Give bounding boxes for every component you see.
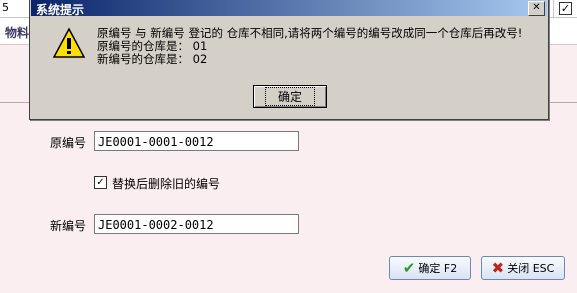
new-code-input[interactable]: JE0001-0002-0012 [94, 214, 299, 234]
grid-cell: 5 [2, 1, 9, 14]
checkmark-icon: ✔ [402, 259, 416, 277]
system-prompt-dialog: 系统提示 ✕ 原编号 与 新编号 登记的 仓库不相同,请将两个编号的编号改成同一… [29, 0, 549, 120]
new-code-label: 新编号 [50, 219, 87, 233]
close-button[interactable]: ✖ 关闭 ESC [481, 256, 565, 280]
replace-delete-label: 替换后删除旧的编号 [112, 177, 221, 191]
grid-checkbox[interactable]: ✓ [559, 2, 572, 15]
confirm-button[interactable]: ✔ 确定 F2 [389, 256, 471, 280]
dialog-title: 系统提示 [36, 3, 85, 17]
grid-checkbox-cell: ✓ [553, 0, 577, 17]
dialog-ok-label: 确定 [264, 87, 315, 106]
close-button-label: 关闭 ESC [507, 262, 555, 275]
replace-delete-checkbox[interactable]: ✓ [94, 176, 107, 189]
original-code-input[interactable]: JE0001-0001-0012 [94, 131, 299, 151]
warning-icon [52, 27, 86, 58]
confirm-button-label: 确定 F2 [418, 262, 458, 275]
form-title: 物料 [5, 26, 30, 40]
dialog-message: 原编号 与 新编号 登记的 仓库不相同,请将两个编号的编号改成同一个仓库后再改号… [97, 27, 522, 66]
close-x-icon: ✖ [491, 259, 505, 277]
dialog-titlebar: 系统提示 ✕ [31, 0, 547, 17]
message-line-3: 新编号的仓库是： 02 [97, 52, 208, 66]
original-code-label: 原编号 [50, 136, 87, 150]
dialog-ok-button[interactable]: 确定 [253, 85, 327, 108]
dialog-close-button[interactable]: ✕ [528, 1, 545, 16]
